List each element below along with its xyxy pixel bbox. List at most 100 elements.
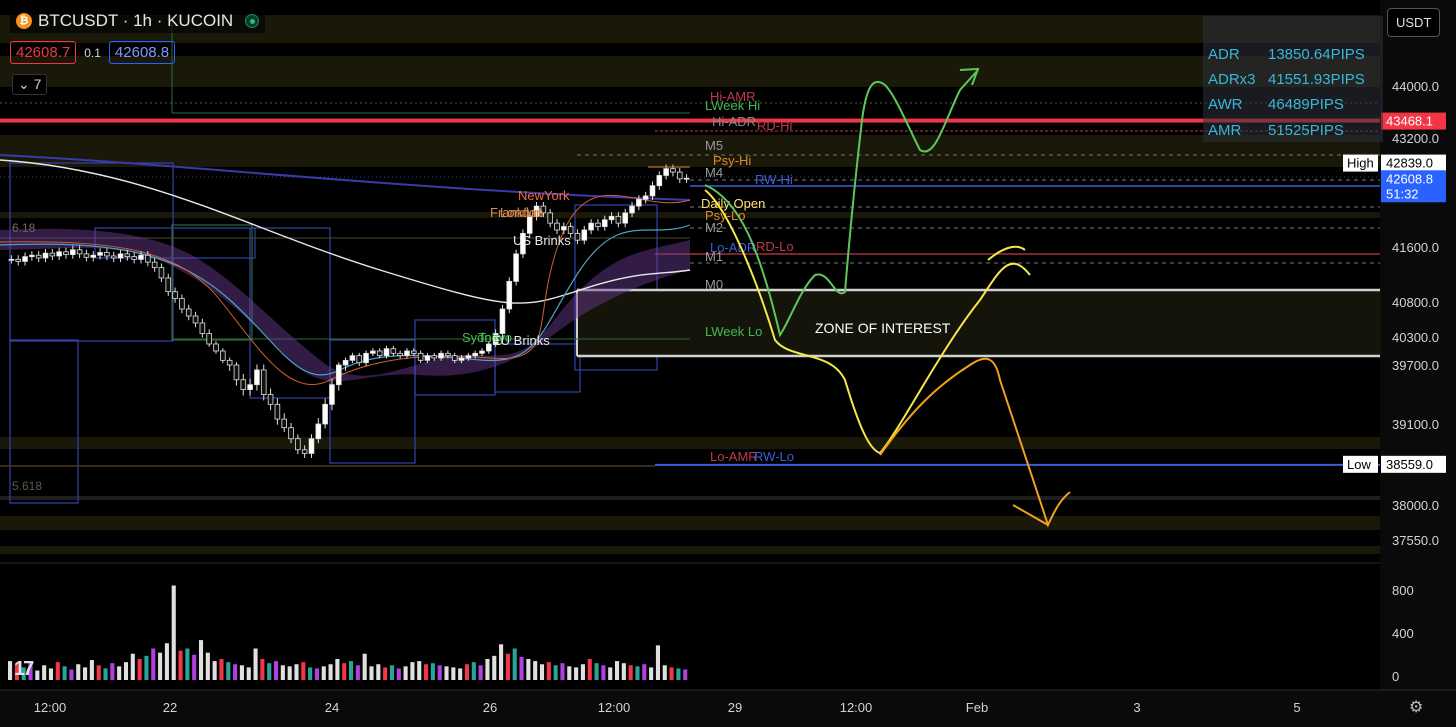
bitcoin-icon: ₿ [16,13,32,29]
volume-bar [212,661,217,680]
price-axis-tick: 43200.0 [1392,131,1439,146]
volume-bar [144,655,149,680]
stat-row: AMR 51525PIPS [1208,122,1344,139]
level-label: M4 [705,165,723,180]
volume-bar [499,644,504,680]
volume-bar [608,667,613,680]
symbol-header[interactable]: ₿ BTCUSDT · 1h · KUCOIN [10,9,266,33]
currency-button[interactable]: USDT [1387,8,1441,37]
candle-body [254,369,260,386]
candle-body [63,251,69,255]
volume-bar [574,667,579,680]
candle-body [35,254,42,259]
chevron-down-icon: ⌄ [18,76,30,92]
candle-body [438,352,444,359]
stat-value: 46489PIPS [1268,96,1344,113]
candle-body [629,205,635,214]
volume-bar [601,665,606,680]
volume-bar [158,652,163,680]
range-band [0,516,1380,530]
range-band [0,437,1380,449]
indicators-toggle-button[interactable]: ⌄ 7 [12,74,48,95]
stat-label: AMR [1208,122,1242,139]
volume-bar [437,665,442,680]
volume-bar [267,663,272,680]
volume-bar [389,665,395,680]
volume-bar [560,663,565,680]
candle-body [335,364,342,386]
candle-body [226,359,233,366]
volume-bar [553,665,558,680]
candle-body [70,249,76,255]
candle-body [404,350,410,357]
candle-body [431,355,438,359]
candle-body [295,438,301,451]
volume-bar [519,656,524,680]
volume-bar [526,659,531,680]
volume-bar [103,668,108,680]
quote-row: 42608.7 0.1 42608.8 [10,41,176,64]
stat-label: ADRx3 [1208,71,1256,88]
volume-bar [137,659,142,680]
tradingview-logo: 17 [14,658,34,680]
candle-body [220,350,226,361]
candle-body [356,355,363,364]
time-axis-tick: 29 [728,700,742,715]
volume-bar [587,659,592,680]
candle-body [322,403,328,425]
price-axis-tick: 41600.0 [1392,240,1439,255]
level-label: RD-Lo [756,239,794,254]
candle-body [240,379,247,390]
volume-bar [294,664,299,680]
side-tag-label: High [1347,156,1374,171]
volume-bar [471,662,476,680]
candle-body [642,195,649,200]
candle-body [124,253,131,258]
candle-body [260,369,267,395]
candle-body [117,253,124,259]
stat-value: 13850.64PIPS [1268,46,1365,63]
volume-bar [478,665,483,680]
candle-body [451,355,458,361]
volume-bar [580,664,585,680]
level-label: RW-Lo [754,449,794,464]
range-band [0,212,1380,218]
volume-bar [35,670,40,680]
price-axis-tick: 44000.0 [1392,79,1439,94]
price-tag-sub: 51:32 [1386,186,1419,201]
level-label: M0 [705,277,723,292]
range-stats-panel: ADR 13850.64PIPS ADRx3 41551.93PIPS AWR … [1203,16,1383,142]
sell-button[interactable]: 42608.7 [10,41,77,64]
candle-body [608,215,615,221]
gear-icon[interactable]: ⚙ [1409,697,1427,716]
volume-bar [280,665,285,680]
indicator-count: 7 [33,76,42,92]
level-label: Lo-AMR [710,449,758,464]
candle-body [288,427,294,440]
range-band [0,546,1380,554]
price-tag-label: 42839.0 [1386,156,1433,171]
volume-bar [8,661,13,680]
price-axis-tick: 40300.0 [1392,330,1439,345]
candle-body [56,251,62,257]
price-axis-tick: 38000.0 [1392,498,1439,513]
candle-body [104,252,110,257]
candle-body [676,171,683,180]
price-tag-label: 38559.0 [1386,457,1433,472]
candle-body [22,256,28,262]
candle-body [595,222,601,227]
candle-body [29,254,35,258]
volume-bar [662,665,667,680]
candle-body [581,229,588,241]
candle-body [267,394,274,405]
time-axis-tick: 12:00 [840,700,873,715]
volume-bar [430,663,435,680]
buy-button[interactable]: 42608.8 [108,41,176,64]
candle-body [683,177,690,180]
stat-row: AWR 46489PIPS [1208,96,1344,113]
fib-label-bottom: 5.618 [12,479,42,493]
candle-body [213,343,219,352]
volume-bar [308,667,313,680]
volume-bar [567,666,572,680]
time-axis-tick: 5 [1293,700,1300,715]
